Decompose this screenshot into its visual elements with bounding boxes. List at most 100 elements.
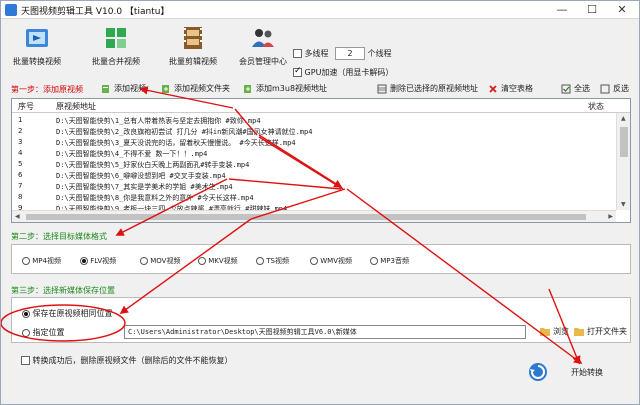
format-option-mp3[interactable]: MP3音频 <box>370 256 409 266</box>
app-window: 天图视频剪辑工具 V10.0 【tiantu】 — ☐ ✕ 批量转换视频 批量合… <box>0 0 640 405</box>
format-option-wmv[interactable]: WMV视频 <box>310 256 352 266</box>
gpu-checkbox[interactable] <box>293 66 302 77</box>
minimize-button[interactable]: — <box>547 1 577 19</box>
format-option-mov[interactable]: MOV视频 <box>140 256 180 266</box>
start-convert-button[interactable]: 开始转换 <box>571 367 603 378</box>
same-location-option[interactable]: 保存在原视频相同位置 <box>22 308 113 319</box>
close-button[interactable]: ✕ <box>607 1 637 19</box>
multithread-label: 多线程 <box>304 49 329 58</box>
custom-location-option[interactable]: 指定位置 <box>22 327 65 338</box>
clear-x-icon <box>489 84 497 93</box>
clear-table-label: 清空表格 <box>501 84 533 93</box>
open-folder-button[interactable]: 打开文件夹 <box>574 326 627 337</box>
format-label: MP3音频 <box>380 257 409 265</box>
film-convert-icon <box>26 29 48 47</box>
step1-title: 第一步：添加原视频 <box>11 85 83 94</box>
format-radio[interactable] <box>198 257 206 265</box>
same-location-label: 保存在原视频相同位置 <box>32 309 113 318</box>
thread-count-input[interactable]: 2 <box>335 47 366 60</box>
format-option-flv[interactable]: FLV视频 <box>80 256 116 266</box>
row-path: D:\天图智能快剪\6_噼噼没想到吧 #交叉手变装.mp4 <box>56 172 226 180</box>
select-all-button[interactable]: 全选 <box>561 83 590 95</box>
add-folder-label: 添加视频文件夹 <box>174 84 230 93</box>
add-file-icon <box>102 84 109 93</box>
invert-select-icon <box>600 84 610 93</box>
batch-edit-button[interactable]: 批量剪辑视频 <box>161 24 225 76</box>
maximize-button[interactable]: ☐ <box>577 1 607 19</box>
row-path: D:\天图智能快剪\3_夏天没说完的话，留着秋天慢慢说。 #今天长这样.mp4 <box>56 139 296 147</box>
format-radio[interactable] <box>256 257 264 265</box>
row-no: 8 <box>18 193 23 201</box>
scroll-down-icon[interactable]: ▼ <box>621 201 626 208</box>
open-folder-label: 打开文件夹 <box>587 327 627 336</box>
same-location-radio[interactable] <box>22 309 30 318</box>
format-radio[interactable] <box>370 257 378 265</box>
add-folder-button[interactable]: 添加视频文件夹 <box>161 83 230 95</box>
users-icon <box>252 29 274 47</box>
member-center-label: 会员管理中心 <box>239 57 287 66</box>
delete-after-checkbox[interactable] <box>21 356 30 365</box>
app-logo-icon <box>5 4 17 16</box>
multithread-checkbox[interactable] <box>293 49 302 58</box>
add-url-button[interactable]: 添加m3u8视频地址 <box>243 83 327 95</box>
merge-grid-icon <box>106 28 126 48</box>
save-path-input[interactable]: C:\Users\Administrator\Desktop\天图视频剪辑工具V… <box>124 325 526 339</box>
row-path: D:\天图智能快剪\7_其实是学美术的学姐 #美术生.mp4 <box>56 183 233 191</box>
add-url-label: 添加m3u8视频地址 <box>256 84 328 93</box>
step2-title: 第二步：选择目标媒体格式 <box>11 232 107 241</box>
batch-convert-button[interactable]: 批量转换视频 <box>5 24 69 76</box>
delete-after-label: 转换成功后，删除原视频文件（删除后的文件不能恢复） <box>32 356 233 365</box>
browse-button[interactable]: 浏览 <box>540 326 569 337</box>
invert-select-label: 反选 <box>613 84 629 93</box>
refresh-convert-icon[interactable] <box>527 361 549 383</box>
batch-merge-label: 批量合并视频 <box>92 57 140 66</box>
delete-selected-label: 删除已选择的原视频地址 <box>390 84 478 93</box>
vertical-scrollbar[interactable]: ▲ ▼ <box>616 113 630 210</box>
thread-unit-label: 个线程 <box>367 49 392 58</box>
row-path: D:\天图智能快剪\2_改良旗袍初尝试 打几分 #抖in新风潮#国风女神请就位.… <box>56 128 313 136</box>
select-all-label: 全选 <box>574 84 590 93</box>
member-center-button[interactable]: 会员管理中心 <box>231 24 295 76</box>
film-edit-icon <box>184 27 202 49</box>
row-no: 5 <box>18 160 23 168</box>
row-no: 2 <box>18 127 23 135</box>
invert-select-button[interactable]: 反选 <box>600 83 629 95</box>
title-bar[interactable]: 天图视频剪辑工具 V10.0 【tiantu】 — ☐ ✕ <box>1 1 639 19</box>
format-option-mp4[interactable]: MP4视频 <box>22 256 61 266</box>
format-radio[interactable] <box>22 257 30 265</box>
thread-options: 多线程 2 个线程 GPU加速（用显卡解码） <box>293 47 493 87</box>
row-path: D:\天图智能快剪\5_好家伙白天晚上两副面孔#转手变装.mp4 <box>56 161 250 169</box>
format-radio[interactable] <box>140 257 148 265</box>
multithread-row: 多线程 2 个线程 <box>293 47 392 61</box>
save-location-group: 保存在原视频相同位置 指定位置 C:\Users\Administrator\D… <box>11 297 631 343</box>
format-group: MP4视频 FLV视频 MOV视频 MKV视频 TS视频 WMV视频 MP3音频 <box>11 244 631 274</box>
format-radio[interactable] <box>310 257 318 265</box>
delete-after-option[interactable]: 转换成功后，删除原视频文件（删除后的文件不能恢复） <box>21 355 233 366</box>
clear-table-button[interactable]: 清空表格 <box>488 83 533 95</box>
scroll-up-icon[interactable]: ▲ <box>621 115 626 122</box>
table-header: 序号 原视频地址 状态 <box>12 99 630 113</box>
row-no: 7 <box>18 182 23 190</box>
video-table[interactable]: 序号 原视频地址 状态 1 D:\天图智能快剪\1_总有人带着热衷与坚定去拥抱你 … <box>11 98 631 223</box>
row-no: 3 <box>18 138 23 146</box>
batch-merge-button[interactable]: 批量合并视频 <box>84 24 148 76</box>
grid-delete-icon <box>377 84 387 93</box>
format-radio[interactable] <box>80 257 88 265</box>
format-option-mkv[interactable]: MKV视频 <box>198 256 238 266</box>
horizontal-scrollbar[interactable]: ◀ ▶ <box>12 210 616 222</box>
row-path: D:\天图智能快剪\4_不得不爱 数一下！！.mp4 <box>56 150 208 158</box>
open-folder-icon <box>574 328 584 336</box>
scroll-right-icon[interactable]: ▶ <box>608 213 613 220</box>
delete-selected-button[interactable]: 删除已选择的原视频地址 <box>377 83 478 95</box>
format-option-ts[interactable]: TS视频 <box>256 256 289 266</box>
header-path: 原视频地址 <box>56 102 96 111</box>
add-video-button[interactable]: 添加视频 <box>101 83 146 95</box>
folder-icon <box>540 328 550 336</box>
add-folder-icon <box>162 84 169 93</box>
gpu-row: GPU加速（用显卡解码） <box>293 66 393 81</box>
horizontal-scroll-thumb[interactable] <box>26 214 586 220</box>
scroll-left-icon[interactable]: ◀ <box>15 213 20 220</box>
vertical-scroll-thumb[interactable] <box>620 127 628 157</box>
custom-location-radio[interactable] <box>22 328 30 337</box>
format-label: MKV视频 <box>208 257 238 265</box>
